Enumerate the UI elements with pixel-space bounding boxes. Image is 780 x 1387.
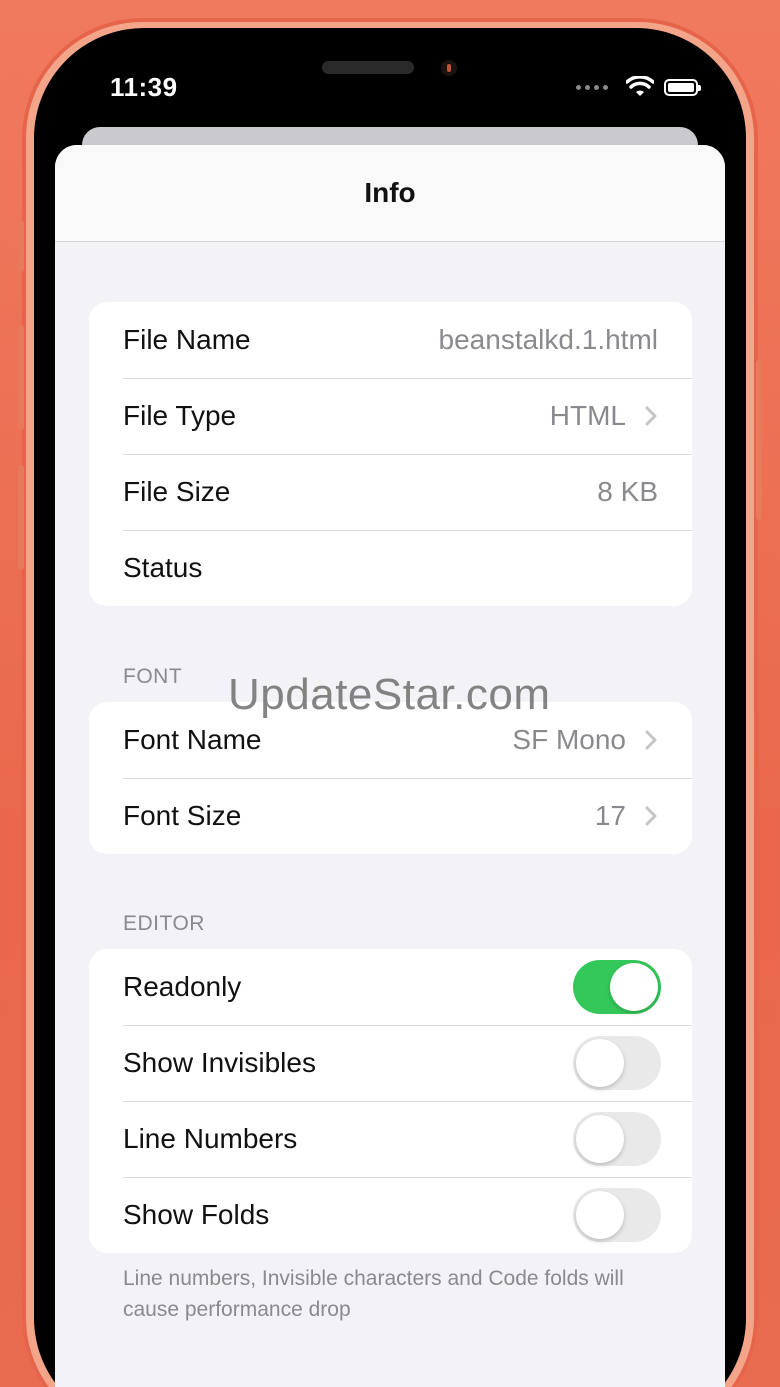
file-info-group: File Name beanstalkd.1.html File Type HT…	[89, 302, 692, 606]
row-label: Show Invisibles	[123, 1047, 316, 1078]
status-indicators	[576, 76, 701, 98]
row-value: 8 KB	[597, 476, 658, 507]
row-file-size: File Size 8 KB	[89, 454, 692, 530]
side-button-volume-down	[18, 465, 24, 570]
signal-icon	[576, 84, 608, 90]
side-button-volume-up	[18, 325, 24, 430]
page-title: Info	[364, 177, 416, 208]
wifi-icon	[626, 76, 654, 96]
row-label: Line Numbers	[123, 1123, 298, 1154]
row-label: Font Size	[123, 800, 242, 831]
readonly-toggle[interactable]	[573, 960, 661, 1014]
chevron-right-icon	[645, 730, 657, 750]
row-label: Font Name	[123, 724, 262, 755]
row-font-name[interactable]: Font Name SF Mono	[89, 702, 692, 778]
row-file-type[interactable]: File Type HTML	[89, 378, 692, 454]
side-button-mute	[18, 220, 24, 272]
row-status: Status	[89, 530, 692, 606]
row-value: HTML	[549, 400, 626, 431]
row-label: File Type	[123, 400, 237, 431]
line-numbers-toggle[interactable]	[573, 1112, 661, 1166]
info-sheet: Info File Name beanstalkd.1.html File Ty…	[55, 145, 725, 1387]
section-header-editor: EDITOR	[123, 912, 205, 935]
row-file-name: File Name beanstalkd.1.html	[89, 302, 692, 378]
chevron-right-icon	[645, 406, 657, 426]
row-label: File Size	[123, 476, 231, 507]
row-font-size[interactable]: Font Size 17	[89, 778, 692, 854]
front-camera	[441, 60, 457, 76]
toggle-knob	[610, 963, 658, 1011]
font-group: Font Name SF Mono Font Size 17	[89, 702, 692, 854]
speaker-grille	[322, 61, 414, 74]
toggle-knob	[576, 1191, 624, 1239]
editor-footer-note: Line numbers, Invisible characters and C…	[123, 1267, 624, 1321]
toggle-knob	[576, 1039, 624, 1087]
row-label: Show Folds	[123, 1199, 270, 1230]
chevron-right-icon	[645, 806, 657, 826]
side-button-power	[756, 360, 762, 520]
status-time: 11:39	[110, 72, 178, 102]
row-value: SF Mono	[512, 724, 626, 755]
row-show-invisibles: Show Invisibles	[89, 1025, 692, 1101]
row-line-numbers: Line Numbers	[89, 1101, 692, 1177]
battery-icon	[664, 78, 701, 96]
row-label: Status	[123, 552, 203, 583]
toggle-knob	[576, 1115, 624, 1163]
row-label: File Name	[123, 324, 251, 355]
show-folds-toggle[interactable]	[573, 1188, 661, 1242]
row-readonly: Readonly	[89, 949, 692, 1025]
row-show-folds: Show Folds	[89, 1177, 692, 1253]
editor-group: Readonly Show Invisibles Line Numbers Sh…	[89, 949, 692, 1253]
show-invisibles-toggle[interactable]	[573, 1036, 661, 1090]
navigation-bar: Info	[55, 145, 725, 242]
section-header-font: FONT	[123, 665, 183, 688]
row-value: 17	[594, 800, 626, 831]
row-value: beanstalkd.1.html	[438, 324, 658, 355]
row-label: Readonly	[123, 971, 242, 1002]
